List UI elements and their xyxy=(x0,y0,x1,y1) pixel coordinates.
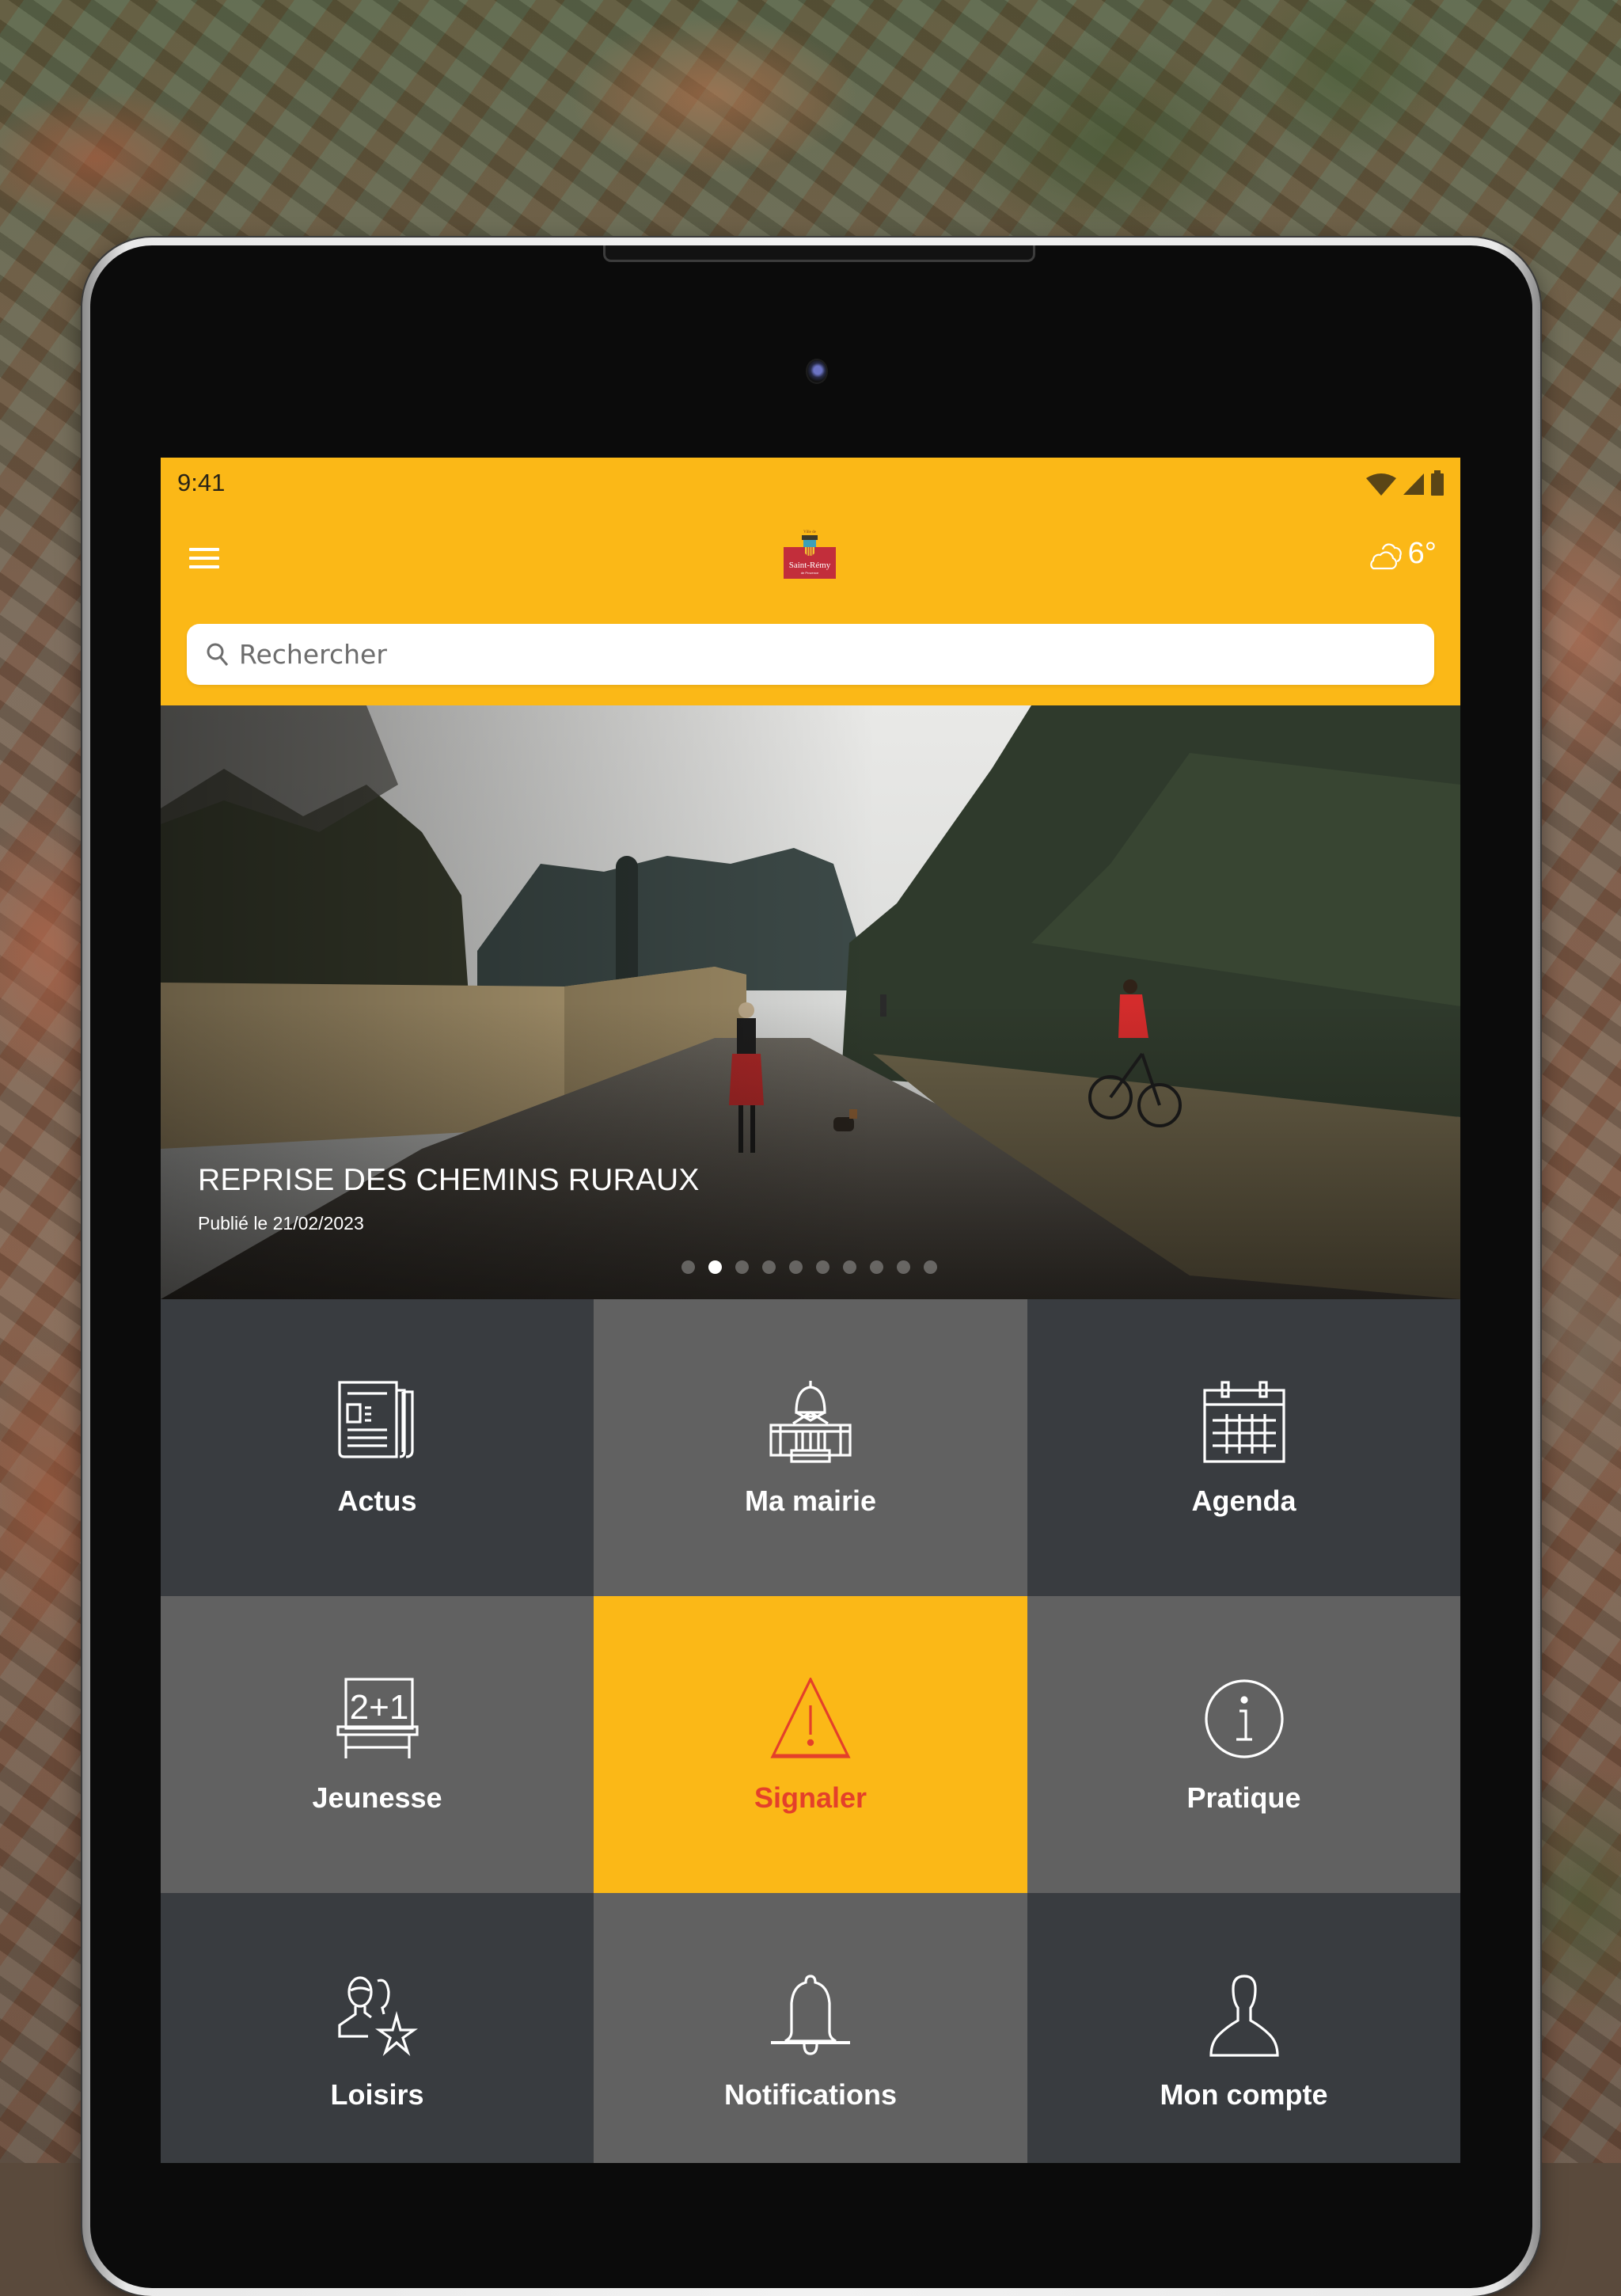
camera-icon xyxy=(807,360,826,382)
hero-title: REPRISE DES CHEMINS RURAUX xyxy=(198,1163,700,1197)
battery-icon xyxy=(1431,470,1444,496)
cloudy-icon xyxy=(1369,542,1402,569)
carousel-dot[interactable] xyxy=(924,1260,937,1274)
carousel-dot[interactable] xyxy=(870,1260,883,1274)
wifi-icon xyxy=(1366,473,1396,496)
town-hall-icon xyxy=(769,1381,852,1463)
carousel-dot[interactable] xyxy=(843,1260,856,1274)
search-input[interactable] xyxy=(237,638,1434,671)
tile-actus[interactable]: Actus xyxy=(161,1299,594,1596)
carousel-dot[interactable] xyxy=(735,1260,749,1274)
hero-date: Publié le 21/02/2023 xyxy=(198,1213,364,1234)
news-carousel[interactable]: REPRISE DES CHEMINS RURAUX Publié le 21/… xyxy=(161,705,1460,1299)
tablet-top-ridge xyxy=(603,245,1035,262)
tile-label: Mon compte xyxy=(1160,2078,1328,2111)
tile-signaler[interactable]: Signaler xyxy=(594,1596,1027,1893)
tile-label: Notifications xyxy=(723,2078,897,2111)
user-icon xyxy=(1209,1975,1279,2057)
tile-agenda[interactable]: Agenda xyxy=(1027,1299,1460,1596)
carousel-dot[interactable] xyxy=(681,1260,695,1274)
carousel-dot[interactable] xyxy=(789,1260,803,1274)
saint-remy-logo[interactable]: Ville de Saint-Rémy de Provence xyxy=(784,528,836,579)
calendar-icon xyxy=(1202,1381,1285,1463)
app-header: 9:41 Ville de Saint-Rémy de Provence 6° … xyxy=(161,458,1460,705)
info-icon xyxy=(1204,1679,1284,1758)
tile-label: Agenda xyxy=(1191,1484,1296,1517)
carousel-dot[interactable] xyxy=(708,1260,722,1274)
tile-loisirs[interactable]: Loisirs xyxy=(161,1893,594,2163)
tile-label: Ma mairie xyxy=(744,1484,877,1517)
menu-line xyxy=(189,565,219,568)
tile-label: Signaler xyxy=(754,1781,867,1814)
tile-label: Jeunesse xyxy=(312,1781,442,1814)
people-star-icon xyxy=(337,1976,418,2056)
logo-top-text: Ville de xyxy=(803,530,816,534)
tile-label: Actus xyxy=(337,1484,417,1517)
warning-icon xyxy=(770,1678,851,1758)
tile-label: Pratique xyxy=(1186,1781,1301,1814)
search-bar[interactable] xyxy=(187,624,1434,685)
weather-temperature: 6° xyxy=(1407,537,1437,570)
logo-name: Saint-Rémy xyxy=(789,561,831,570)
weather-widget[interactable]: 6° xyxy=(1369,537,1437,571)
tile-mon-compte[interactable]: Mon compte xyxy=(1027,1893,1460,2163)
logo-sub-text: de Provence xyxy=(801,571,819,575)
carousel-dot[interactable] xyxy=(762,1260,776,1274)
newspaper-icon xyxy=(337,1381,414,1458)
menu-grid: Actus Ma mairie Agenda 2+1 Jeunesse Sign… xyxy=(161,1299,1460,2163)
chalkboard-icon: 2+1 xyxy=(336,1678,419,1758)
hamburger-menu-button[interactable] xyxy=(184,540,224,576)
search-icon xyxy=(207,643,229,666)
svg-text:2+1: 2+1 xyxy=(349,1688,408,1727)
carousel-pagination xyxy=(681,1260,937,1274)
signal-icon xyxy=(1403,473,1424,495)
tile-pratique[interactable]: Pratique xyxy=(1027,1596,1460,1893)
tile-jeunesse[interactable]: 2+1 Jeunesse xyxy=(161,1596,594,1893)
carousel-dot[interactable] xyxy=(897,1260,910,1274)
menu-line xyxy=(189,548,219,551)
tile-label: Loisirs xyxy=(330,2078,424,2111)
status-time: 9:41 xyxy=(177,469,226,496)
tile-ma-mairie[interactable]: Ma mairie xyxy=(594,1299,1027,1596)
menu-line xyxy=(189,557,219,560)
bell-icon xyxy=(771,1975,850,2055)
hero-gradient xyxy=(161,705,1460,1299)
app-screen: 9:41 Ville de Saint-Rémy de Provence 6° … xyxy=(161,458,1460,2163)
carousel-dot[interactable] xyxy=(816,1260,829,1274)
status-icons xyxy=(1365,470,1444,496)
tile-notifications[interactable]: Notifications xyxy=(594,1893,1027,2163)
